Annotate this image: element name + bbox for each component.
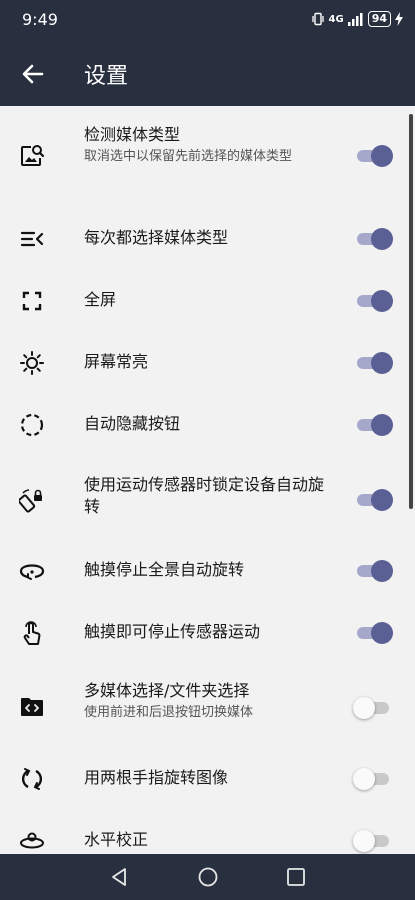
status-time: 9:49 xyxy=(22,10,58,29)
toggle-switch[interactable] xyxy=(353,696,393,720)
setting-title: 检测媒体类型 xyxy=(84,125,181,144)
toggle-switch[interactable] xyxy=(353,144,393,168)
screen-lock-rotation-icon xyxy=(18,486,46,514)
dashed-circle-icon xyxy=(18,411,46,439)
toggle-switch[interactable] xyxy=(353,488,393,512)
setting-choose-media-type-every-time[interactable]: 每次都选择媒体类型 xyxy=(0,214,415,264)
folder-code-icon xyxy=(18,693,46,721)
list-collapse-icon xyxy=(18,225,46,253)
setting-subtitle: 使用前进和后退按钮切换媒体 xyxy=(84,705,254,720)
setting-title: 多媒体选择/文件夹选择 xyxy=(84,681,250,700)
brightness-icon xyxy=(18,349,46,377)
battery-indicator: 94 xyxy=(367,11,391,27)
setting-fullscreen[interactable]: 全屏 xyxy=(0,276,415,326)
setting-detect-media-type[interactable]: 检测媒体类型 取消选中以保留先前选择的媒体类型 xyxy=(0,120,415,192)
charging-icon xyxy=(395,12,403,26)
settings-list: 检测媒体类型 取消选中以保留先前选择的媒体类型 每次都选择媒体类型 全屏 屏幕常… xyxy=(0,106,415,854)
network-type: 4G xyxy=(328,13,344,25)
panorama-rotate-icon xyxy=(18,557,46,585)
setting-keep-screen-on[interactable]: 屏幕常亮 xyxy=(0,338,415,388)
setting-title: 屏幕常亮 xyxy=(84,352,149,371)
image-search-icon xyxy=(18,142,46,170)
status-icons: 4G 94 xyxy=(311,11,403,27)
setting-title: 水平校正 xyxy=(84,830,149,849)
setting-lock-auto-rotate-with-sensor[interactable]: 使用运动传感器时锁定设备自动旋转 xyxy=(0,468,415,532)
setting-touch-stop-sensor-motion[interactable]: 触摸即可停止传感器运动 xyxy=(0,608,415,658)
fullscreen-icon xyxy=(18,287,46,315)
toggle-switch[interactable] xyxy=(353,351,393,375)
page-title: 设置 xyxy=(84,64,129,89)
setting-rotate-with-two-fingers[interactable]: 用两根手指旋转图像 xyxy=(0,754,415,804)
arrow-back-icon[interactable] xyxy=(18,59,48,89)
setting-title: 使用运动传感器时锁定设备自动旋转 xyxy=(84,475,325,516)
navigation-bar xyxy=(0,854,415,900)
setting-auto-hide-buttons[interactable]: 自动隐藏按钮 xyxy=(0,400,415,450)
toggle-switch[interactable] xyxy=(353,289,393,313)
toggle-switch[interactable] xyxy=(353,767,393,791)
setting-title: 每次都选择媒体类型 xyxy=(84,228,229,247)
setting-title: 触摸即可停止传感器运动 xyxy=(84,622,261,641)
setting-touch-stop-panorama-rotation[interactable]: 触摸停止全景自动旋转 xyxy=(0,546,415,596)
signal-icon xyxy=(347,12,363,26)
vibrate-icon xyxy=(311,12,324,26)
setting-title: 触摸停止全景自动旋转 xyxy=(84,560,245,579)
toggle-switch[interactable] xyxy=(353,413,393,437)
app-bar: 设置 xyxy=(0,40,415,106)
nav-back-icon[interactable] xyxy=(108,865,132,889)
setting-title: 全屏 xyxy=(84,290,117,309)
setting-title: 用两根手指旋转图像 xyxy=(84,768,229,787)
touch-icon xyxy=(18,619,46,647)
setting-horizon-correction[interactable]: 水平校正 xyxy=(0,816,415,854)
horizon-icon xyxy=(18,827,46,854)
setting-subtitle: 取消选中以保留先前选择的媒体类型 xyxy=(84,149,293,164)
setting-multi-media-folder-selection[interactable]: 多媒体选择/文件夹选择 使用前进和后退按钮切换媒体 xyxy=(0,678,415,738)
nav-recents-icon[interactable] xyxy=(284,865,308,889)
toggle-switch[interactable] xyxy=(353,227,393,251)
nav-home-icon[interactable] xyxy=(196,865,220,889)
toggle-switch[interactable] xyxy=(353,829,393,853)
scrollbar[interactable] xyxy=(409,114,413,509)
rotate-icon xyxy=(18,765,46,793)
status-bar: 9:49 4G 94 xyxy=(0,0,415,40)
toggle-switch[interactable] xyxy=(353,621,393,645)
setting-title: 自动隐藏按钮 xyxy=(84,414,181,433)
toggle-switch[interactable] xyxy=(353,559,393,583)
